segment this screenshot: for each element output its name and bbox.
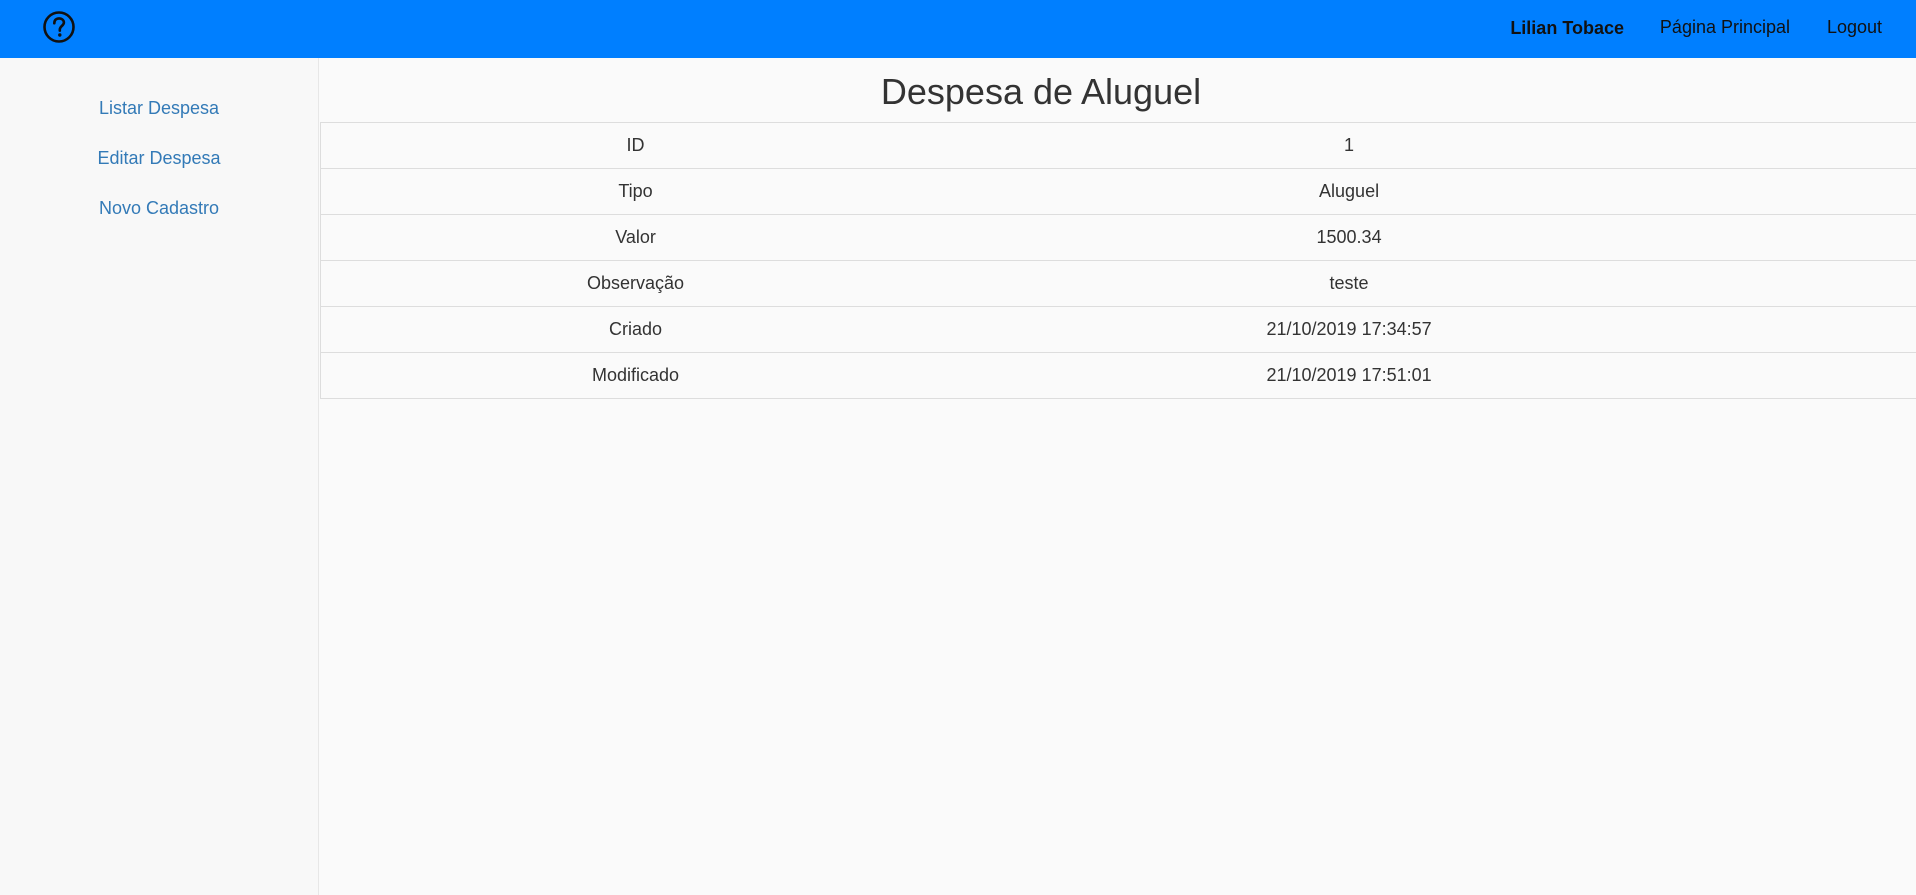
row-value-cell: 1500.34: [950, 214, 1916, 261]
sidebar-item-listar-despesa[interactable]: Listar Despesa: [0, 98, 318, 119]
table-row-observacao: Observação teste: [320, 260, 1916, 307]
row-value: 1500.34: [1316, 227, 1382, 247]
row-label: Observação: [320, 260, 951, 307]
row-label: Tipo: [320, 168, 951, 215]
row-value: 21/10/2019 17:51:01: [1266, 365, 1432, 385]
table-row-valor: Valor 1500.34: [320, 214, 1916, 261]
row-value-cell: 1: [950, 122, 1916, 169]
row-value: Aluguel: [1319, 181, 1380, 201]
row-value-cell: 21/10/2019 17:34:57: [950, 306, 1916, 353]
nav-link-logout[interactable]: Logout: [1827, 17, 1882, 38]
sidebar-item-novo-cadastro[interactable]: Novo Cadastro: [0, 198, 318, 219]
row-label: ID: [320, 122, 951, 169]
top-navbar: Lilian Tobace Página Principal Logout: [0, 0, 1916, 58]
sidebar: Listar Despesa Editar Despesa Novo Cadas…: [0, 58, 319, 895]
nav-link-home[interactable]: Página Principal: [1660, 17, 1790, 38]
detail-table: ID 1 Tipo Aluguel Valor 1500.34 Observaç…: [320, 122, 1916, 399]
row-value-cell: Aluguel: [950, 168, 1916, 215]
table-row-id: ID 1: [320, 122, 1916, 169]
table-row-modificado: Modificado 21/10/2019 17:51:01: [320, 352, 1916, 399]
row-value: 1: [1344, 135, 1355, 155]
page-title: Despesa de Aluguel: [880, 71, 1202, 112]
user-name: Lilian Tobace: [1510, 18, 1624, 38]
row-value-cell: teste: [950, 260, 1916, 307]
row-label: Valor: [320, 214, 951, 261]
row-label: Modificado: [320, 352, 951, 399]
question-circle-icon[interactable]: [42, 10, 76, 44]
sidebar-item-editar-despesa[interactable]: Editar Despesa: [0, 148, 318, 169]
row-label: Criado: [320, 306, 951, 353]
row-value: teste: [1329, 273, 1369, 293]
table-row-tipo: Tipo Aluguel: [320, 168, 1916, 215]
table-row-criado: Criado 21/10/2019 17:34:57: [320, 306, 1916, 353]
main-content: Despesa de Aluguel ID 1 Tipo Aluguel Val…: [320, 58, 1916, 895]
row-value-cell: 21/10/2019 17:51:01: [950, 352, 1916, 399]
row-value: 21/10/2019 17:34:57: [1266, 319, 1432, 339]
